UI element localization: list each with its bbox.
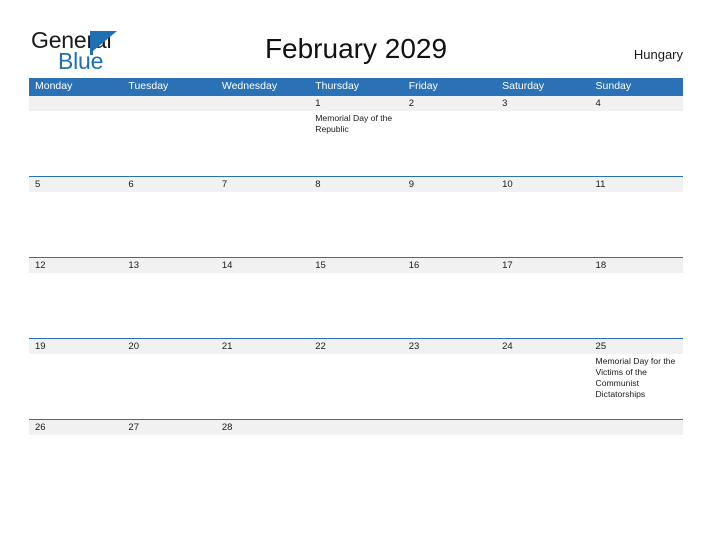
day-number bbox=[35, 96, 119, 111]
day-cell[interactable]: 10 bbox=[496, 177, 589, 194]
day-cell[interactable]: 25 Memorial Day for the Victims of the C… bbox=[590, 339, 683, 400]
day-number: 26 bbox=[35, 422, 46, 433]
week-row: 12 13 14 15 16 17 18 bbox=[29, 257, 683, 338]
day-cell[interactable] bbox=[403, 420, 496, 437]
day-cell[interactable]: 6 bbox=[122, 177, 215, 194]
week-row: 19 20 21 22 23 24 25 Memorial Day for th… bbox=[29, 338, 683, 419]
week-day-cells: 1 Memorial Day of the Republic 2 3 4 bbox=[29, 96, 683, 135]
day-cell[interactable]: 1 Memorial Day of the Republic bbox=[309, 96, 402, 135]
day-cell[interactable]: 16 bbox=[403, 258, 496, 275]
day-number: 5 bbox=[35, 179, 41, 190]
day-cell[interactable]: 13 bbox=[122, 258, 215, 275]
day-cell[interactable]: 17 bbox=[496, 258, 589, 275]
day-cell[interactable]: 14 bbox=[216, 258, 309, 275]
weekday-header-thursday: Thursday bbox=[315, 80, 360, 92]
day-cell[interactable] bbox=[496, 420, 589, 437]
day-cell[interactable]: 12 bbox=[29, 258, 122, 275]
day-cell[interactable]: 23 bbox=[403, 339, 496, 400]
day-cell[interactable]: 9 bbox=[403, 177, 496, 194]
day-number: 23 bbox=[408, 341, 420, 352]
day-number: 21 bbox=[221, 341, 233, 352]
country-label: Hungary bbox=[633, 47, 683, 62]
calendar-grid: Monday Tuesday Wednesday Thursday Friday… bbox=[29, 78, 683, 446]
day-cell[interactable]: 20 bbox=[122, 339, 215, 400]
week-row: 1 Memorial Day of the Republic 2 3 4 bbox=[29, 95, 683, 176]
day-cell[interactable]: 22 bbox=[309, 339, 402, 400]
day-number: 16 bbox=[408, 260, 420, 271]
day-number bbox=[502, 420, 586, 435]
day-cell[interactable] bbox=[122, 96, 215, 135]
day-number: 13 bbox=[128, 260, 139, 271]
day-cell[interactable]: 21 bbox=[216, 339, 309, 400]
week-day-cells: 12 13 14 15 16 17 18 bbox=[29, 258, 683, 275]
day-number bbox=[222, 96, 306, 111]
day-number bbox=[409, 420, 493, 435]
day-number: 12 bbox=[35, 260, 46, 271]
day-number bbox=[315, 420, 399, 435]
day-cell[interactable]: 11 bbox=[590, 177, 683, 194]
day-cell[interactable]: 18 bbox=[590, 258, 683, 275]
day-cell[interactable]: 19 bbox=[29, 339, 122, 400]
day-number: 25 bbox=[595, 341, 607, 352]
day-number: 22 bbox=[315, 341, 326, 352]
day-number: 2 bbox=[408, 98, 414, 109]
day-cell[interactable] bbox=[590, 420, 683, 437]
day-number: 20 bbox=[128, 341, 139, 352]
week-day-cells: 5 6 7 8 9 10 11 bbox=[29, 177, 683, 194]
week-day-cells: 19 20 21 22 23 24 25 Memorial Day for th… bbox=[29, 339, 683, 400]
day-cell[interactable]: 8 bbox=[309, 177, 402, 194]
day-number: 7 bbox=[221, 179, 228, 190]
day-number: 19 bbox=[35, 341, 46, 352]
day-cell[interactable] bbox=[216, 96, 309, 135]
day-cell[interactable]: 7 bbox=[216, 177, 309, 194]
day-number: 17 bbox=[502, 260, 513, 271]
day-number: 27 bbox=[128, 422, 139, 433]
day-cell[interactable]: 27 bbox=[122, 420, 215, 437]
day-cell[interactable]: 15 bbox=[309, 258, 402, 275]
day-number: 9 bbox=[408, 179, 414, 190]
calendar-page: General Blue February 2029 Hungary Monda… bbox=[0, 0, 712, 550]
weekday-header-monday: Monday bbox=[35, 80, 73, 92]
day-event: Memorial Day for the Victims of the Comm… bbox=[595, 356, 676, 400]
week-row: 26 27 28 bbox=[29, 419, 683, 446]
day-number bbox=[128, 96, 212, 111]
day-number: 8 bbox=[315, 179, 321, 190]
day-cell[interactable] bbox=[309, 420, 402, 437]
day-cell[interactable]: 28 bbox=[216, 420, 309, 437]
week-row: 5 6 7 8 9 10 11 bbox=[29, 176, 683, 257]
day-number: 28 bbox=[221, 422, 233, 433]
day-cell[interactable]: 3 bbox=[496, 96, 589, 135]
day-cell[interactable]: 2 bbox=[403, 96, 496, 135]
day-number: 14 bbox=[221, 260, 233, 271]
page-title: February 2029 bbox=[264, 33, 448, 64]
weekday-header-tuesday: Tuesday bbox=[128, 80, 169, 92]
day-number: 6 bbox=[128, 179, 134, 190]
day-cell[interactable]: 4 bbox=[590, 96, 683, 135]
day-cell[interactable] bbox=[29, 96, 122, 135]
day-cell[interactable]: 5 bbox=[29, 177, 122, 194]
day-number: 11 bbox=[595, 179, 606, 190]
weekday-header-friday: Friday bbox=[408, 80, 438, 92]
day-number: 24 bbox=[502, 341, 513, 352]
weekday-header-wednesday: Wednesday bbox=[221, 80, 278, 92]
day-cell[interactable]: 26 bbox=[29, 420, 122, 437]
page-header: General Blue February 2029 Hungary bbox=[0, 0, 712, 78]
day-number: 18 bbox=[595, 260, 607, 271]
weekday-header-saturday: Saturday bbox=[502, 80, 545, 92]
day-number: 15 bbox=[315, 260, 326, 271]
weekday-header-sunday: Sunday bbox=[595, 80, 632, 92]
day-number: 3 bbox=[502, 98, 508, 109]
day-number bbox=[596, 420, 680, 435]
day-number: 1 bbox=[315, 98, 321, 109]
day-number: 10 bbox=[502, 179, 513, 190]
day-event: Memorial Day of the Republic bbox=[315, 113, 393, 135]
day-cell[interactable]: 24 bbox=[496, 339, 589, 400]
week-day-cells: 26 27 28 bbox=[29, 420, 683, 437]
day-number: 4 bbox=[595, 98, 601, 109]
weekday-header-row: Monday Tuesday Wednesday Thursday Friday… bbox=[29, 78, 683, 95]
